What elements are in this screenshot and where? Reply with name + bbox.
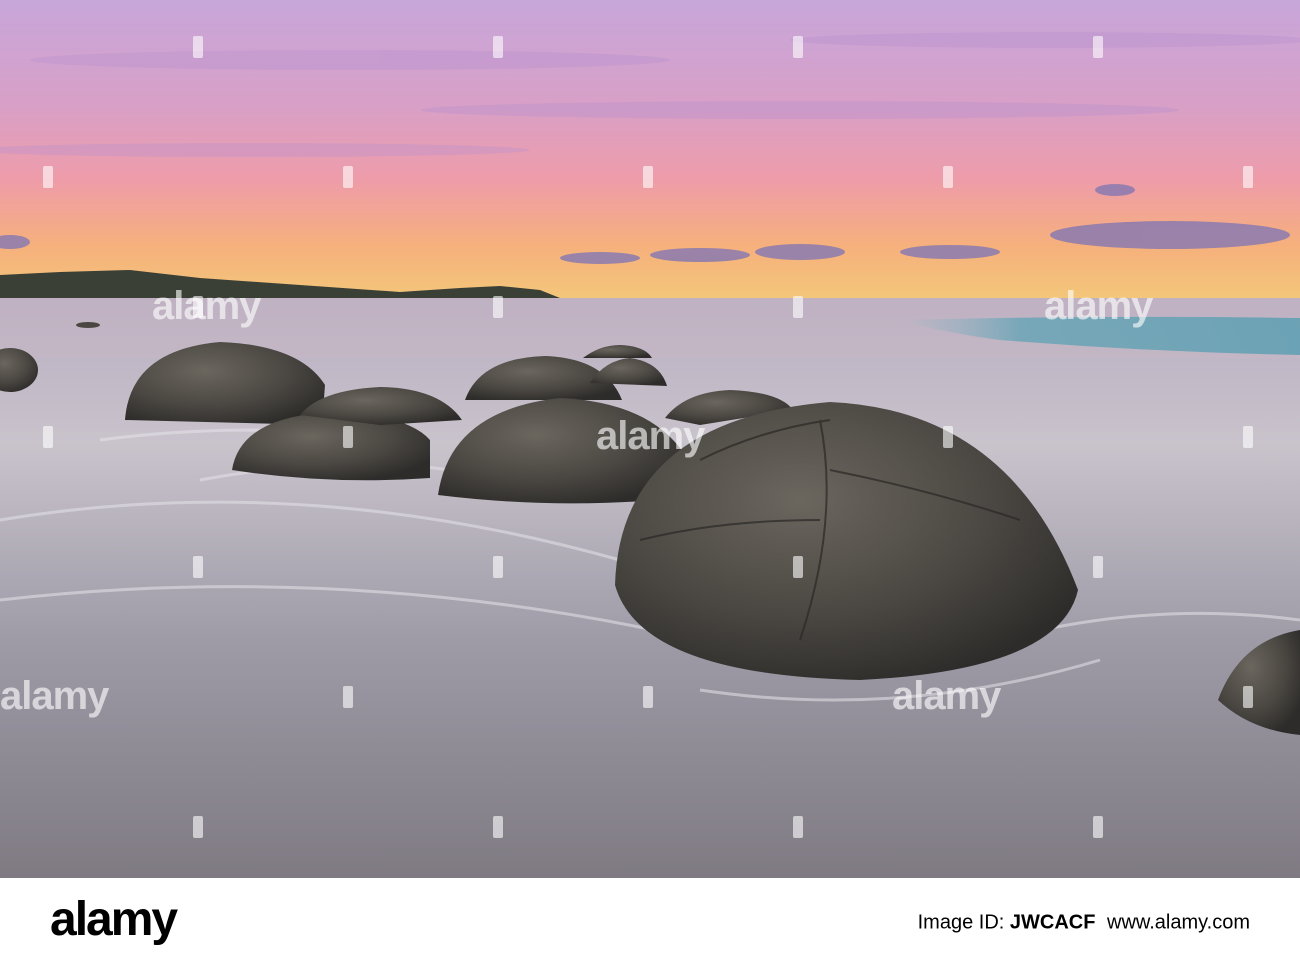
watermark-text: alamy: [892, 674, 1001, 718]
watermark-text: alamy: [1044, 284, 1153, 328]
image-id-text: Image ID: JWCACF www.alamy.com: [918, 911, 1250, 934]
alamy-url[interactable]: www.alamy.com: [1107, 911, 1250, 933]
image-id-value: JWCACF: [1009, 911, 1096, 933]
image-id-label: Image ID:: [917, 911, 1010, 933]
watermark-text: alamy: [0, 674, 109, 718]
stock-photo: alamy alamy alamy alamy alamy: [0, 0, 1300, 878]
footer-strip: alamy Image ID: JWCACF www.alamy.com: [0, 878, 1300, 967]
watermark-text: alamy: [596, 414, 705, 458]
alamy-logo: alamy: [50, 893, 178, 946]
watermark-text: alamy: [152, 284, 261, 328]
